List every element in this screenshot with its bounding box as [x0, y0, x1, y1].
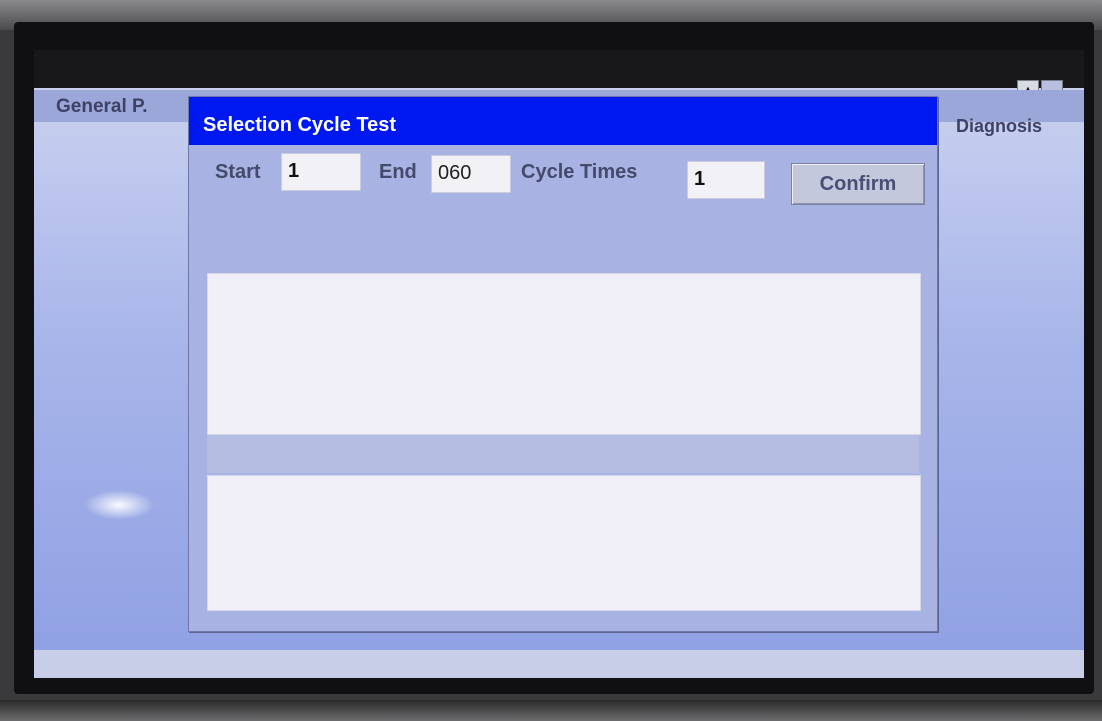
top-bar — [34, 50, 1084, 88]
end-label: End — [379, 161, 417, 183]
output-panel-top — [207, 273, 921, 435]
bottom-strip — [34, 650, 1084, 678]
device-bezel-bottom — [0, 700, 1102, 721]
output-panel-bottom — [207, 475, 921, 611]
start-label: Start — [215, 161, 261, 183]
panel-separator — [207, 435, 919, 473]
start-input[interactable]: 1 — [281, 153, 361, 191]
screen-glare — [84, 490, 154, 520]
tab-general-parameters[interactable]: General P. — [56, 96, 148, 118]
selection-cycle-dialog: Selection Cycle Test Start 1 End 060 Cyc… — [188, 96, 938, 632]
cycle-times-label: Cycle Times — [521, 161, 638, 183]
end-input[interactable]: 060 — [431, 155, 511, 193]
tab-diagnosis[interactable]: Diagnosis — [956, 116, 1042, 137]
cycle-times-input[interactable]: 1 — [687, 161, 765, 199]
dialog-title: Selection Cycle Test — [189, 97, 937, 145]
confirm-button[interactable]: Confirm — [791, 163, 925, 205]
